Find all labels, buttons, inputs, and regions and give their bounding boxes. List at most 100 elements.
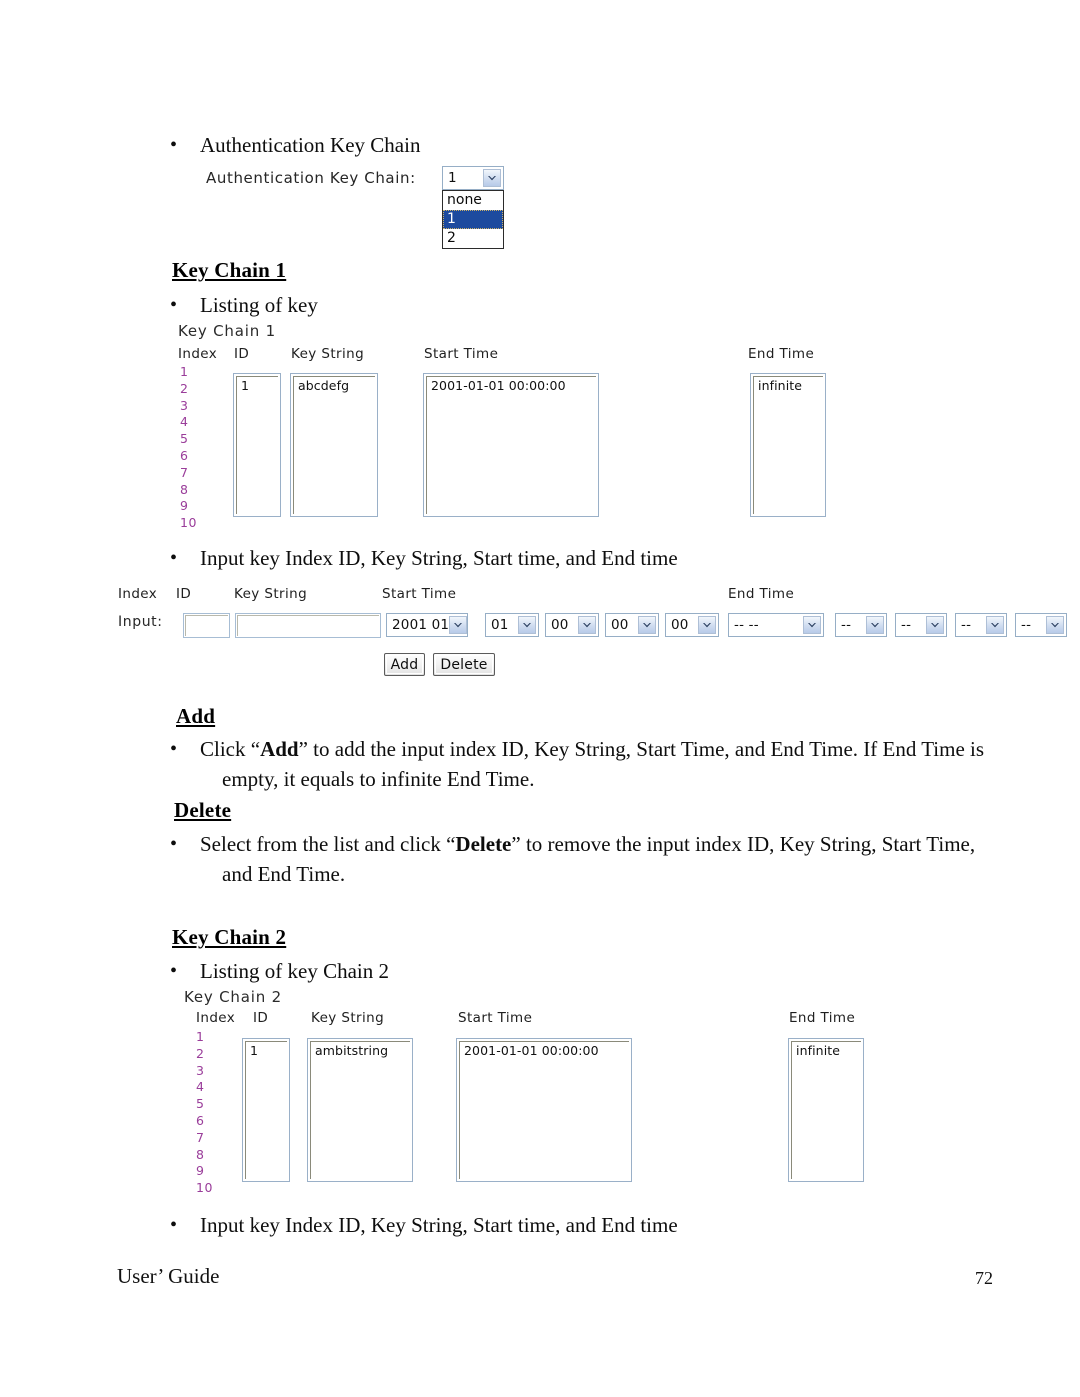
id-listbox-option[interactable]: 1 [237, 377, 278, 393]
auth-key-chain-bullet: • Authentication Key Chain [170, 130, 770, 160]
add-text-part1: Click “ [200, 737, 261, 761]
key-chain-1-panel-title: Key Chain 1 [178, 322, 276, 340]
column-header-key-string: Key String [291, 346, 365, 362]
auth-key-chain-select[interactable]: 1 [442, 166, 504, 190]
auth-key-chain-select-options[interactable]: none 1 2 [442, 190, 504, 249]
start-time-listbox-option[interactable]: 2001-01-01 00:00:00 [427, 377, 596, 393]
delete-text-line2: and End Time. [222, 862, 346, 886]
delete-text-part2: ” to remove the input index ID, Key Stri… [511, 832, 976, 856]
key-chain-2-panel-title: Key Chain 2 [184, 988, 282, 1006]
auth-key-chain-select-label: Authentication Key Chain: [206, 169, 416, 187]
key-chain-1-listing-label: Listing of key [200, 293, 318, 317]
start-time-hour-select[interactable]: 00 [545, 613, 599, 637]
end-time-year-month-select[interactable]: -- -- [728, 613, 824, 637]
key-string-input[interactable] [235, 613, 381, 638]
index-value: 9 [180, 498, 189, 514]
input-column-header-key-string: Key String [234, 586, 308, 602]
chevron-down-icon [926, 616, 944, 634]
chevron-down-icon [1046, 616, 1064, 634]
start-time-year-month-select[interactable]: 2001 01 [386, 613, 468, 637]
add-text-line2: empty, it equals to infinite End Time. [222, 767, 535, 791]
key-string-listbox[interactable]: abcdefg [290, 373, 378, 517]
end-time-second-select[interactable]: -- [1015, 613, 1067, 637]
start-time-listbox-option[interactable]: 2001-01-01 00:00:00 [460, 1042, 629, 1058]
column-header-start-time: Start Time [424, 346, 499, 362]
id-listbox[interactable]: 1 [233, 373, 281, 517]
index-value: 1 [180, 364, 189, 379]
document-page: • Authentication Key Chain Authenticatio… [0, 0, 1080, 1397]
end-time-listbox[interactable]: infinite [750, 373, 826, 517]
id-listbox-option[interactable]: 1 [246, 1042, 287, 1058]
id-input[interactable] [183, 613, 230, 638]
key-string-listbox-option[interactable]: ambitstring [311, 1042, 410, 1058]
key-chain-1-listing-panel: Key Chain 1 Index ID Key String Start Ti… [178, 322, 858, 536]
index-value: 5 [196, 1096, 205, 1112]
start-time-day-value: 01 [491, 617, 509, 633]
delete-text-part1: Select from the list and click “ [200, 832, 456, 856]
auth-key-chain-option-1[interactable]: 1 [443, 210, 503, 229]
end-time-hour-select[interactable]: -- [895, 613, 947, 637]
chevron-down-icon [483, 169, 501, 187]
chevron-down-icon [638, 616, 656, 634]
bullet-marker-icon: • [170, 134, 178, 156]
key-string-listbox[interactable]: ambitstring [307, 1038, 413, 1182]
key-chain-2-input-bullet: • Input key Index ID, Key String, Start … [170, 1210, 930, 1240]
bullet-marker-icon: • [170, 1214, 178, 1236]
bullet-marker-icon: • [170, 960, 178, 982]
start-time-minute-select[interactable]: 00 [605, 613, 659, 637]
delete-button[interactable]: Delete [433, 653, 495, 676]
end-time-hour-value: -- [901, 617, 912, 633]
start-time-second-select[interactable]: 00 [665, 613, 719, 637]
add-text-part2: ” to add the input index ID, Key String,… [298, 737, 985, 761]
index-value: 9 [196, 1163, 205, 1179]
start-time-listbox[interactable]: 2001-01-01 00:00:00 [423, 373, 599, 517]
index-column: 1 2 3 4 5 6 7 8 9 10 [196, 1029, 230, 1197]
start-time-day-select[interactable]: 01 [485, 613, 539, 637]
index-value: 6 [196, 1112, 205, 1128]
index-value: 8 [196, 1146, 205, 1162]
auth-key-chain-select-value: 1 [448, 170, 457, 186]
key-chain-1-heading: Key Chain 1 [172, 258, 287, 282]
add-section-bullet: • Click “Add” to add the input index ID,… [170, 734, 1030, 794]
footer-left-text: User’ Guide [117, 1264, 220, 1288]
input-row-label: Input: [118, 614, 163, 630]
index-value: 5 [180, 431, 189, 447]
auth-key-chain-option-2[interactable]: 2 [443, 229, 503, 248]
index-value: 2 [196, 1045, 205, 1061]
bullet-marker-icon: • [170, 738, 178, 760]
key-string-listbox-option[interactable]: abcdefg [294, 377, 375, 393]
delete-button-label: Delete [440, 656, 488, 673]
auth-key-chain-widget: Authentication Key Chain: 1 none 1 2 [206, 166, 586, 249]
footer-page-number: 72 [975, 1268, 993, 1288]
chevron-down-icon [866, 616, 884, 634]
index-value: 1 [196, 1029, 205, 1044]
chevron-down-icon [578, 616, 596, 634]
auth-key-chain-bullet-label: Authentication Key Chain [200, 133, 421, 157]
end-time-listbox-option[interactable]: infinite [792, 1042, 861, 1058]
index-value: 6 [180, 447, 189, 463]
add-button[interactable]: Add [384, 653, 425, 676]
column-header-id: ID [234, 346, 250, 362]
index-value: 7 [196, 1129, 205, 1145]
column-header-id: ID [253, 1010, 269, 1026]
start-time-listbox[interactable]: 2001-01-01 00:00:00 [456, 1038, 632, 1182]
add-text-emphasis: Add [260, 737, 299, 761]
end-time-listbox[interactable]: infinite [788, 1038, 864, 1182]
index-value: 3 [196, 1062, 205, 1078]
key-chain-2-listing-panel: Key Chain 2 Index ID Key String Start Ti… [184, 988, 884, 1200]
end-time-minute-select[interactable]: -- [955, 613, 1007, 637]
input-column-header-start-time: Start Time [382, 586, 457, 602]
key-chain-1-input-label: Input key Index ID, Key String, Start ti… [200, 546, 678, 570]
end-time-second-value: -- [1021, 617, 1032, 633]
chevron-down-icon [986, 616, 1004, 634]
index-column: 1 2 3 4 5 6 7 8 9 10 [180, 364, 214, 532]
chevron-down-icon [803, 616, 821, 634]
key-chain-2-heading: Key Chain 2 [172, 925, 287, 949]
add-button-label: Add [390, 656, 419, 673]
id-listbox[interactable]: 1 [242, 1038, 290, 1182]
auth-key-chain-option-none[interactable]: none [443, 191, 503, 210]
end-time-day-select[interactable]: -- [835, 613, 887, 637]
bullet-marker-icon: • [170, 294, 178, 316]
index-value: 8 [180, 481, 189, 497]
end-time-listbox-option[interactable]: infinite [754, 377, 823, 393]
